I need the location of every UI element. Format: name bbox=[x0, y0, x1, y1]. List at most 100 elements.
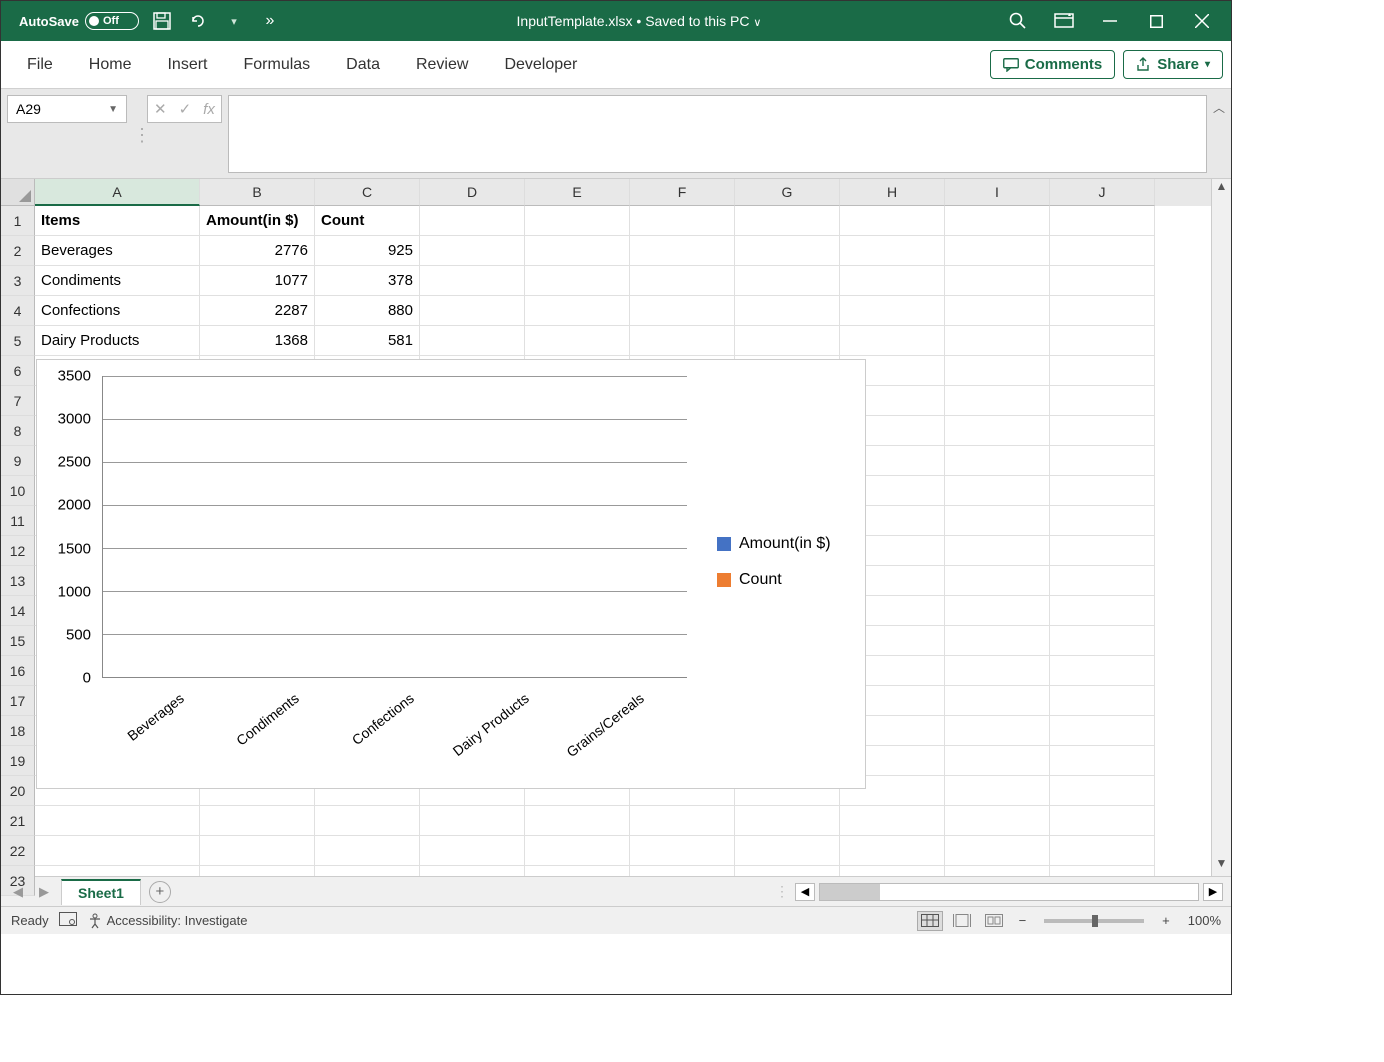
save-icon[interactable] bbox=[149, 8, 175, 34]
ribbon-tab-insert[interactable]: Insert bbox=[149, 46, 225, 84]
row-header[interactable]: 3 bbox=[1, 266, 35, 296]
cell[interactable] bbox=[315, 806, 420, 836]
share-button[interactable]: Share ▾ bbox=[1123, 50, 1223, 79]
ribbon-tab-home[interactable]: Home bbox=[71, 46, 150, 84]
cell[interactable] bbox=[525, 806, 630, 836]
cell[interactable] bbox=[840, 866, 945, 876]
cell[interactable] bbox=[420, 806, 525, 836]
row-header[interactable]: 4 bbox=[1, 296, 35, 326]
cell[interactable] bbox=[1050, 836, 1155, 866]
cell[interactable] bbox=[945, 806, 1050, 836]
zoom-slider[interactable] bbox=[1044, 919, 1144, 923]
hscroll-left[interactable]: ◀ bbox=[795, 883, 815, 901]
row-header[interactable]: 5 bbox=[1, 326, 35, 356]
horizontal-scrollbar[interactable] bbox=[819, 883, 1199, 901]
cell[interactable] bbox=[525, 236, 630, 266]
confirm-icon[interactable]: ✓ bbox=[179, 100, 192, 118]
cell[interactable] bbox=[945, 506, 1050, 536]
macro-record-icon[interactable] bbox=[59, 912, 77, 929]
undo-icon[interactable] bbox=[185, 8, 211, 34]
comments-button[interactable]: Comments bbox=[990, 50, 1116, 79]
sheet-tab-active[interactable]: Sheet1 bbox=[61, 879, 141, 905]
cell[interactable] bbox=[1050, 686, 1155, 716]
cell[interactable] bbox=[840, 836, 945, 866]
fx-icon[interactable]: fx bbox=[203, 101, 215, 118]
cell[interactable] bbox=[840, 266, 945, 296]
cell[interactable] bbox=[1050, 236, 1155, 266]
cell[interactable] bbox=[945, 386, 1050, 416]
cell[interactable] bbox=[945, 206, 1050, 236]
cell[interactable]: Dairy Products bbox=[35, 326, 200, 356]
cell[interactable] bbox=[735, 806, 840, 836]
cell[interactable] bbox=[1050, 206, 1155, 236]
column-header[interactable]: A bbox=[35, 179, 200, 206]
row-header[interactable]: 18 bbox=[1, 716, 35, 746]
sheet-nav-next[interactable]: ▶ bbox=[35, 884, 53, 900]
cell[interactable] bbox=[1050, 266, 1155, 296]
cell[interactable]: 2287 bbox=[200, 296, 315, 326]
cell[interactable] bbox=[945, 266, 1050, 296]
row-header[interactable]: 12 bbox=[1, 536, 35, 566]
cell[interactable] bbox=[1050, 776, 1155, 806]
column-header[interactable]: I bbox=[945, 179, 1050, 206]
cell[interactable] bbox=[35, 806, 200, 836]
column-header[interactable]: F bbox=[630, 179, 735, 206]
add-sheet-button[interactable]: + bbox=[149, 881, 171, 903]
row-header[interactable]: 6 bbox=[1, 356, 35, 386]
cell[interactable] bbox=[735, 296, 840, 326]
row-header[interactable]: 19 bbox=[1, 746, 35, 776]
select-all-corner[interactable] bbox=[1, 179, 35, 206]
cell[interactable] bbox=[1050, 626, 1155, 656]
zoom-out-button[interactable]: − bbox=[1013, 913, 1033, 928]
cell[interactable] bbox=[945, 296, 1050, 326]
sheet-nav-prev[interactable]: ◀ bbox=[9, 884, 27, 900]
column-header[interactable]: G bbox=[735, 179, 840, 206]
cell[interactable] bbox=[630, 296, 735, 326]
cell[interactable] bbox=[525, 836, 630, 866]
cell[interactable] bbox=[735, 326, 840, 356]
ribbon-tab-formulas[interactable]: Formulas bbox=[225, 46, 328, 84]
name-box[interactable]: A29▼ bbox=[7, 95, 127, 123]
ribbon-tab-review[interactable]: Review bbox=[398, 46, 486, 84]
cell[interactable] bbox=[1050, 476, 1155, 506]
cell[interactable] bbox=[735, 836, 840, 866]
cell[interactable] bbox=[315, 866, 420, 876]
column-header[interactable]: E bbox=[525, 179, 630, 206]
cell[interactable] bbox=[420, 326, 525, 356]
cell[interactable] bbox=[945, 566, 1050, 596]
cell[interactable] bbox=[1050, 536, 1155, 566]
maximize-button[interactable] bbox=[1133, 1, 1179, 41]
cell[interactable] bbox=[735, 206, 840, 236]
cell[interactable] bbox=[1050, 596, 1155, 626]
row-header[interactable]: 2 bbox=[1, 236, 35, 266]
cell[interactable] bbox=[420, 236, 525, 266]
minimize-button[interactable] bbox=[1087, 1, 1133, 41]
cell[interactable] bbox=[840, 236, 945, 266]
cell[interactable] bbox=[1050, 656, 1155, 686]
cell[interactable] bbox=[315, 836, 420, 866]
vertical-scrollbar[interactable]: ▲ ▼ bbox=[1211, 179, 1231, 876]
row-header[interactable]: 10 bbox=[1, 476, 35, 506]
cell[interactable] bbox=[945, 746, 1050, 776]
cell[interactable] bbox=[1050, 506, 1155, 536]
cell[interactable] bbox=[630, 866, 735, 876]
row-header[interactable]: 11 bbox=[1, 506, 35, 536]
cell[interactable]: 925 bbox=[315, 236, 420, 266]
row-header[interactable]: 8 bbox=[1, 416, 35, 446]
autosave-toggle[interactable]: AutoSave Off bbox=[19, 12, 139, 30]
ribbon-tab-data[interactable]: Data bbox=[328, 46, 398, 84]
cell[interactable]: 880 bbox=[315, 296, 420, 326]
formula-input[interactable] bbox=[228, 95, 1207, 173]
cell[interactable] bbox=[1050, 716, 1155, 746]
row-header[interactable]: 16 bbox=[1, 656, 35, 686]
cell[interactable]: 581 bbox=[315, 326, 420, 356]
hscroll-right[interactable]: ▶ bbox=[1203, 883, 1223, 901]
column-header[interactable]: C bbox=[315, 179, 420, 206]
row-header[interactable]: 15 bbox=[1, 626, 35, 656]
cell[interactable] bbox=[945, 776, 1050, 806]
cell[interactable] bbox=[630, 806, 735, 836]
formula-expand-icon[interactable]: ︿ bbox=[1213, 99, 1225, 116]
cell[interactable] bbox=[630, 206, 735, 236]
cell[interactable] bbox=[525, 266, 630, 296]
cell[interactable] bbox=[945, 446, 1050, 476]
